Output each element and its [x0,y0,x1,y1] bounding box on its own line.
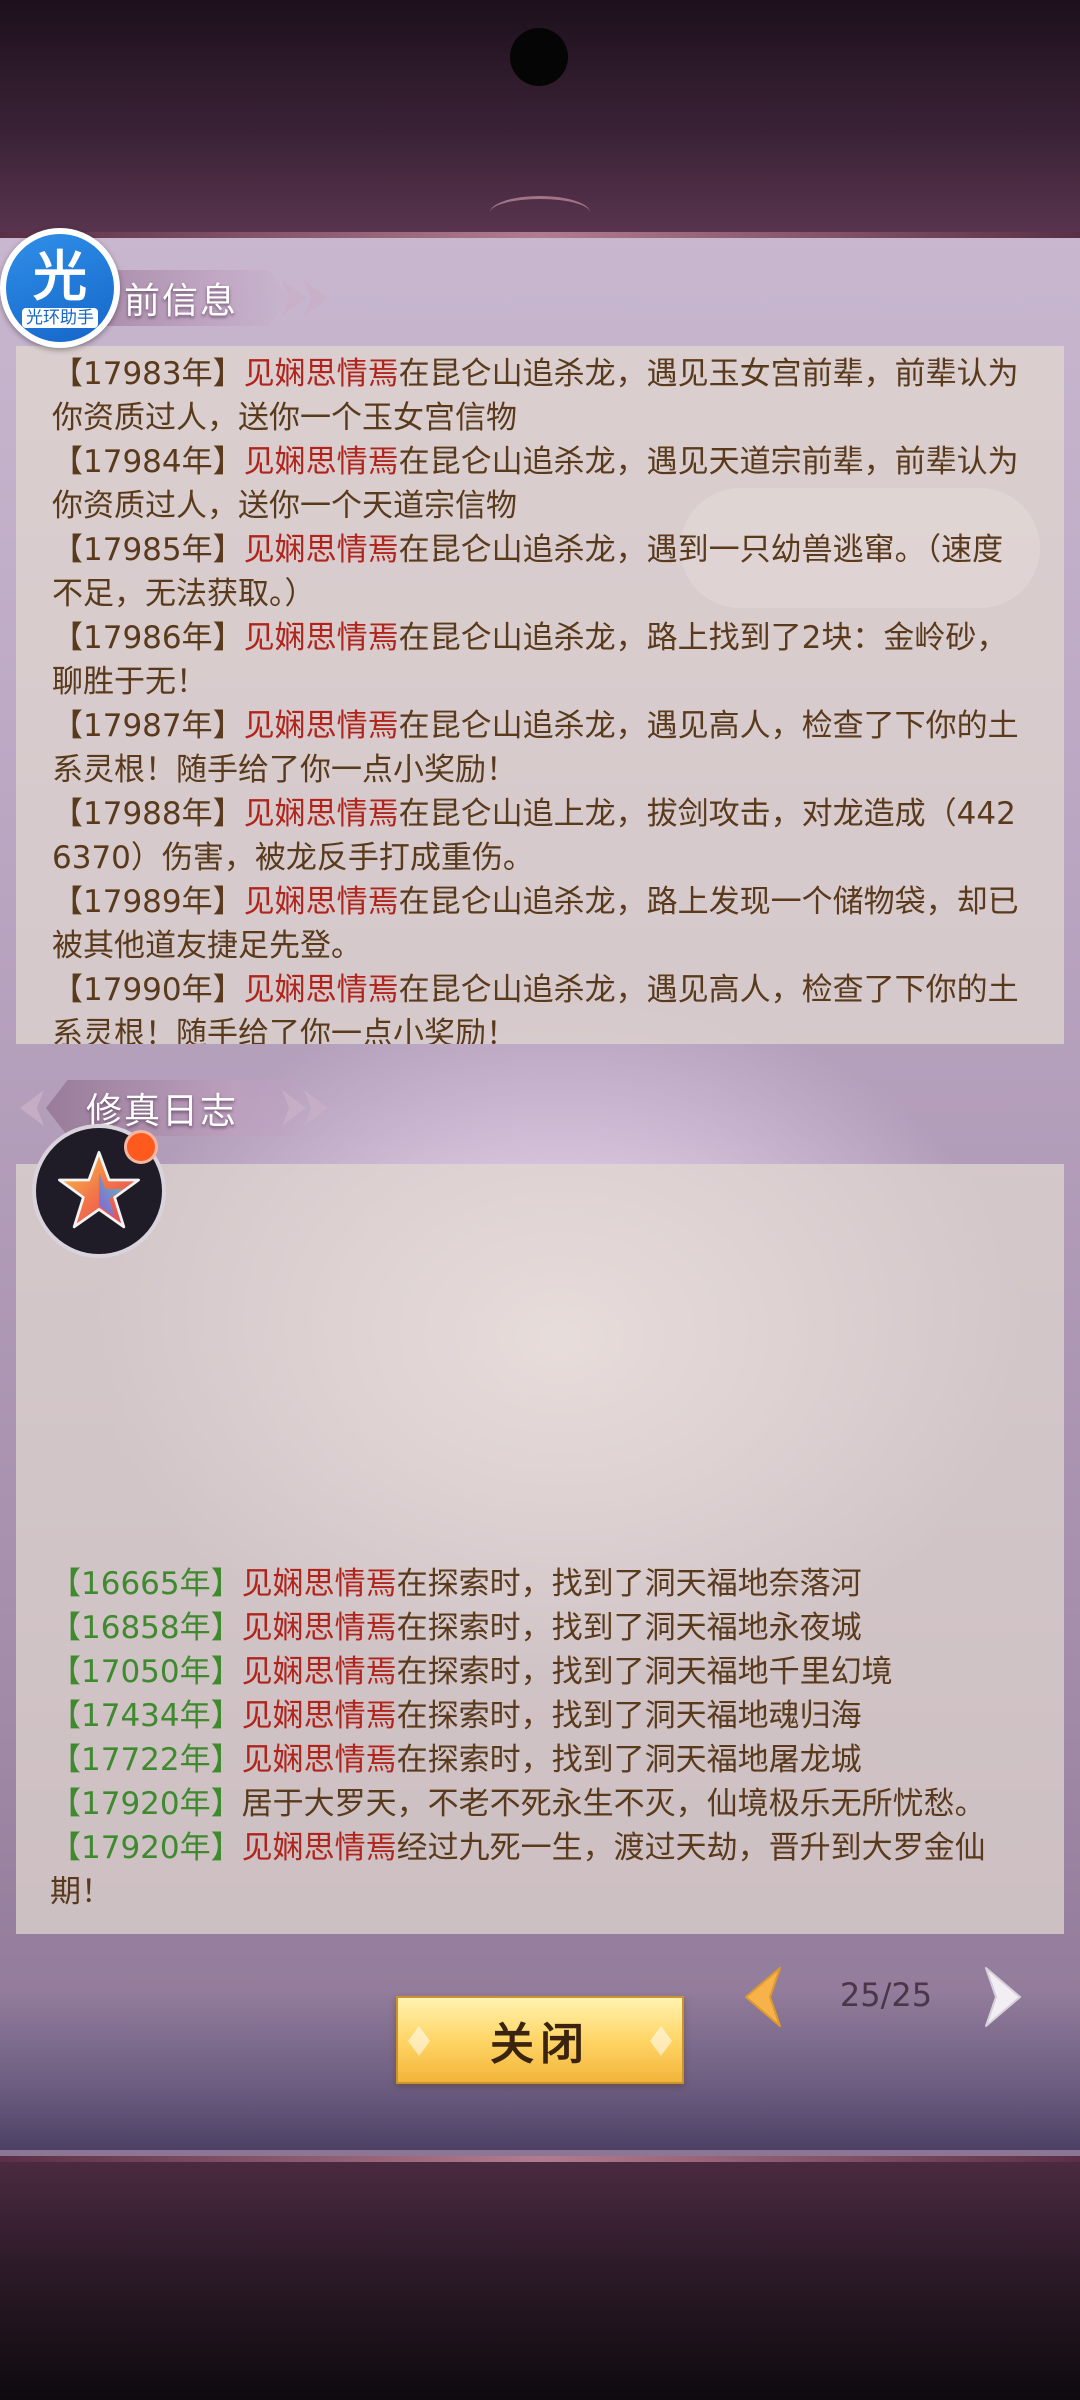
helper-icon-inner: 光 光环助手 [6,234,114,342]
log-entry-year: 【16665年】 [50,1566,242,1602]
log-entry: 【17920年】见娴思情焉经过九死一生，渡过天劫，晋升到大罗金仙期！ [50,1826,1032,1914]
current-info-log[interactable]: 【17983年】见娴思情焉在昆仑山追杀龙，遇见玉女宫前辈，前辈认为你资质过人，送… [16,346,1064,1044]
banner-arrow-icon [20,1090,44,1126]
log-entry-year: 【17920年】 [50,1830,242,1866]
chevron-left-icon [745,1967,781,2027]
log-entry-text: 居于大罗天，不老不死永生不灭，仙境极乐无所忧愁。 [241,1786,986,1822]
log-entry-year: 【17990年】 [52,972,244,1008]
top-section-title: 前信息 [124,281,239,322]
log-entry-character-name: 见娴思情焉 [243,884,399,920]
log-entry-year: 【17984年】 [52,444,244,480]
log-entry-character-name: 见娴思情焉 [241,1830,397,1866]
log-entry-character-name: 见娴思情焉 [241,1566,397,1602]
floating-star-app-icon[interactable] [32,1124,166,1258]
log-entry: 【16858年】见娴思情焉在探索时，找到了洞天福地永夜城 [50,1606,1032,1650]
log-entry-year: 【17985年】 [52,532,244,568]
log-entry: 【17983年】见娴思情焉在昆仑山追杀龙，遇见玉女宫前辈，前辈认为你资质过人，送… [52,352,1032,440]
log-entry: 【17050年】见娴思情焉在探索时，找到了洞天福地千里幻境 [50,1650,1032,1694]
log-entry-year: 【17722年】 [50,1742,242,1778]
log-entry-text: 在探索时，找到了洞天福地永夜城 [396,1610,862,1646]
log-entry-text: 在探索时，找到了洞天福地魂归海 [396,1698,862,1734]
log-entry-year: 【16858年】 [50,1610,242,1646]
previous-page-button[interactable] [732,1962,792,2032]
log-entry: 【17988年】见娴思情焉在昆仑山追上龙，拔剑攻击，对龙造成（4426370）伤… [52,792,1032,880]
log-entry-character-name: 见娴思情焉 [243,796,399,832]
log-entry: 【17989年】见娴思情焉在昆仑山追杀龙，路上发现一个储物袋，却已被其他道友捷足… [52,880,1032,968]
log-entry-year: 【17988年】 [52,796,244,832]
log-entry-text: 在探索时，找到了洞天福地奈落河 [396,1566,862,1602]
bottom-section-banner: 修真日志 [20,1080,328,1136]
log-entry: 【17984年】见娴思情焉在昆仑山追杀龙，遇见天道宗前辈，前辈认为你资质过人，送… [52,440,1032,528]
top-ornament [490,196,590,229]
log-entry-character-name: 见娴思情焉 [243,708,399,744]
helper-icon-glyph: 光 [33,245,87,308]
bottom-dark-band [0,2162,1080,2400]
log-entry-character-name: 见娴思情焉 [243,972,399,1008]
log-entry: 【17722年】见娴思情焉在探索时，找到了洞天福地屠龙城 [50,1738,1032,1782]
log-entry: 【17985年】见娴思情焉在昆仑山追杀龙，遇到一只幼兽逃窜。（速度不足，无法获取… [52,528,1032,616]
helper-icon-label: 光环助手 [22,308,98,328]
notification-dot [124,1130,158,1164]
close-button-label: 关闭 [490,2019,590,2070]
log-entry: 【16665年】见娴思情焉在探索时，找到了洞天福地奈落河 [50,1562,1032,1606]
helper-assistant-icon[interactable]: 光 光环助手 [0,228,120,348]
log-entry-character-name: 见娴思情焉 [241,1610,397,1646]
log-entry-character-name: 见娴思情焉 [243,620,399,656]
log-entry-character-name: 见娴思情焉 [243,356,399,392]
log-entry-character-name: 见娴思情焉 [241,1654,397,1690]
log-entry-year: 【17983年】 [52,356,244,392]
log-entry-character-name: 见娴思情焉 [243,444,399,480]
log-entry: 【17986年】见娴思情焉在昆仑山追杀龙，路上找到了2块：金岭砂，聊胜于无！ [52,616,1032,704]
log-entry-year: 【17920年】 [50,1786,242,1822]
close-button[interactable]: 关闭 [396,1996,684,2084]
cultivation-log[interactable]: 【16665年】见娴思情焉在探索时，找到了洞天福地奈落河 【16858年】见娴思情… [16,1164,1064,1934]
log-entry-text: 在探索时，找到了洞天福地屠龙城 [396,1742,862,1778]
log-entry: 【17990年】见娴思情焉在昆仑山追杀龙，遇见高人，检查了下你的土系灵根！随手给… [52,968,1032,1044]
chevron-right-icon [985,1967,1021,2027]
next-page-button[interactable] [974,1962,1034,2032]
log-entry-text: 在探索时，找到了洞天福地千里幻境 [396,1654,893,1690]
camera-cutout [510,28,568,86]
log-entry-character-name: 见娴思情焉 [241,1698,397,1734]
log-entry-year: 【17987年】 [52,708,244,744]
log-entry-year: 【17986年】 [52,620,244,656]
log-entry: 【17987年】见娴思情焉在昆仑山追杀龙，遇见高人，检查了下你的土系灵根！随手给… [52,704,1032,792]
log-entry-character-name: 见娴思情焉 [243,532,399,568]
log-entry-year: 【17989年】 [52,884,244,920]
log-entry: 【17434年】见娴思情焉在探索时，找到了洞天福地魂归海 [50,1694,1032,1738]
log-entry: 【17920年】居于大罗天，不老不死永生不灭，仙境极乐无所忧愁。 [50,1782,1032,1826]
page-indicator: 25/25 [839,1976,933,2014]
log-entry-character-name: 见娴思情焉 [241,1742,397,1778]
log-entry-year: 【17050年】 [50,1654,242,1690]
log-entry-year: 【17434年】 [50,1698,242,1734]
